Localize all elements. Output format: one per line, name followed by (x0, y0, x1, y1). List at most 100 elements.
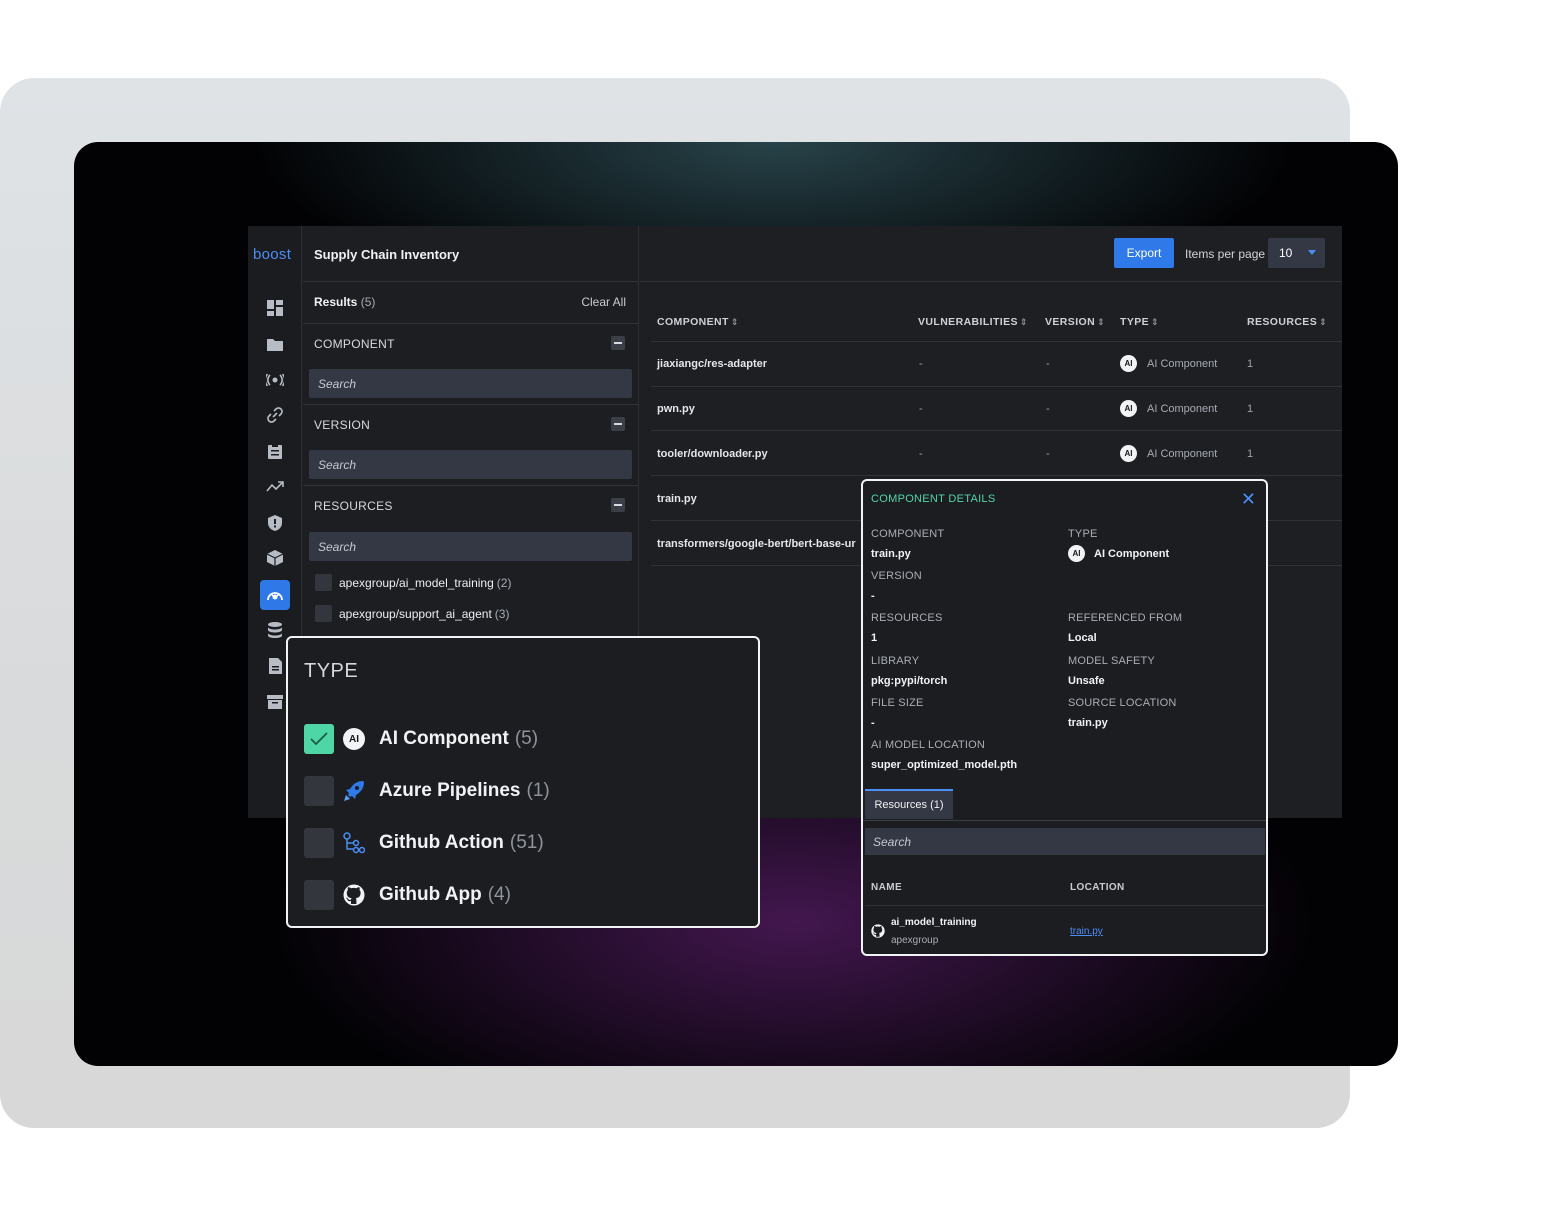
type-option-count: (5) (514, 728, 539, 749)
type-option-ai-component[interactable]: AI AI Component (5) (304, 724, 538, 754)
resource-location-link[interactable]: train.py (1070, 926, 1103, 937)
table-cell-vulnerabilities: - (919, 448, 923, 460)
resources-label: RESOURCES (871, 612, 943, 624)
resource-search-input[interactable] (865, 828, 1265, 855)
checkbox-checked[interactable] (304, 724, 334, 754)
column-header-version[interactable]: VERSION ⇕ (1045, 316, 1105, 328)
sort-icon: ⇕ (1151, 317, 1159, 327)
type-option-count: (51) (509, 832, 544, 853)
source-location-value: train.py (1068, 717, 1108, 729)
type-option-github-app[interactable]: Github App (4) (304, 880, 511, 910)
type-option-label: Github App (379, 884, 482, 905)
checkbox[interactable] (304, 776, 334, 806)
results-summary: Results (5) (314, 295, 375, 309)
resource-option[interactable]: apexgroup/support_ai_agent (3) (315, 605, 509, 622)
items-per-page-select[interactable]: 10 (1268, 238, 1325, 268)
tab-resources[interactable]: Resources (1) (865, 789, 953, 819)
type-option-label: AI Component (379, 728, 509, 749)
column-header-location: LOCATION (1070, 882, 1125, 893)
resource-option[interactable]: apexgroup/ai_model_training (2) (315, 574, 511, 591)
supply-chain-icon[interactable] (260, 580, 290, 610)
table-cell-type: AI AI Component (1120, 400, 1217, 417)
chevron-down-icon (1308, 250, 1316, 255)
divider (303, 404, 639, 405)
version-search-input[interactable] (309, 450, 632, 479)
component-filter-label: COMPONENT (314, 337, 395, 351)
component-label: COMPONENT (871, 528, 945, 540)
version-value: - (871, 590, 875, 602)
library-value: pkg:pypi/torch (871, 675, 948, 687)
table-cell-component[interactable]: transformers/google-bert/bert-base-ur (657, 538, 856, 550)
dashboard-icon[interactable] (264, 297, 286, 319)
checkbox[interactable] (304, 828, 334, 858)
details-title: COMPONENT DETAILS (871, 493, 996, 505)
link-icon[interactable] (264, 404, 286, 426)
resource-name[interactable]: ai_model_training (891, 917, 977, 928)
file-size-value: - (871, 717, 875, 729)
table-cell-version: - (1046, 358, 1050, 370)
sort-icon: ⇕ (1097, 317, 1106, 327)
archive-icon[interactable] (264, 691, 286, 713)
divider (865, 905, 1265, 906)
ai-component-icon: AI (1120, 400, 1137, 417)
collapse-version-button[interactable] (611, 417, 625, 431)
shield-icon[interactable] (264, 512, 286, 534)
table-cell-component[interactable]: pwn.py (657, 403, 695, 415)
type-label: TYPE (1068, 528, 1098, 540)
referenced-from-value: Local (1068, 632, 1097, 644)
results-label: Results (314, 295, 358, 309)
folder-icon[interactable] (264, 333, 286, 355)
azure-pipelines-icon (343, 780, 365, 802)
document-icon[interactable] (264, 655, 286, 677)
clear-all-button[interactable]: Clear All (581, 295, 626, 309)
column-header-resources[interactable]: RESOURCES ⇕ (1247, 316, 1327, 328)
column-header-vulnerabilities[interactable]: VULNERABILITIES ⇕ (918, 316, 1028, 328)
component-details-panel: COMPONENT DETAILS ✕ COMPONENT train.py T… (861, 479, 1268, 956)
github-icon (343, 884, 365, 906)
column-header-type[interactable]: TYPE ⇕ (1120, 316, 1159, 328)
divider (303, 485, 639, 486)
resources-search-input[interactable] (309, 532, 632, 561)
items-per-page-label: Items per page (1185, 247, 1266, 261)
sort-icon: ⇕ (1019, 317, 1028, 327)
table-cell-component[interactable]: train.py (657, 493, 697, 505)
export-button[interactable]: Export (1114, 238, 1174, 268)
github-icon (871, 924, 885, 943)
type-option-count: (4) (487, 884, 511, 905)
ai-component-icon: AI (1120, 355, 1137, 372)
library-label: LIBRARY (871, 655, 920, 667)
type-option-azure-pipelines[interactable]: Azure Pipelines (1) (304, 776, 550, 806)
ai-component-icon: AI (343, 728, 365, 750)
checkbox[interactable] (304, 880, 334, 910)
boost-logo[interactable]: boost (253, 246, 291, 263)
referenced-from-label: REFERENCED FROM (1068, 612, 1183, 624)
divider (651, 386, 1342, 387)
column-header-component[interactable]: COMPONENT ⇕ (657, 316, 739, 328)
type-option-github-action[interactable]: Github Action (51) (304, 828, 544, 858)
component-search-input[interactable] (309, 369, 632, 398)
source-location-label: SOURCE LOCATION (1068, 697, 1177, 709)
package-icon[interactable] (264, 547, 286, 569)
table-cell-component[interactable]: tooler/downloader.py (657, 448, 768, 460)
sort-icon: ⇕ (730, 317, 739, 327)
version-filter-label: VERSION (314, 418, 371, 432)
table-cell-vulnerabilities: - (919, 403, 923, 415)
checkbox[interactable] (315, 605, 332, 622)
table-cell-component[interactable]: jiaxiangc/res-adapter (657, 358, 767, 370)
table-cell-type: AI AI Component (1120, 355, 1217, 372)
database-icon[interactable] (264, 619, 286, 641)
collapse-resources-button[interactable] (611, 498, 625, 512)
results-count: (5) (360, 295, 376, 309)
resource-option-label: apexgroup/support_ai_agent (339, 606, 492, 621)
table-cell-type: AI AI Component (1120, 445, 1217, 462)
component-value: train.py (871, 548, 911, 560)
close-icon[interactable]: ✕ (1241, 490, 1256, 508)
divider (651, 475, 1342, 476)
table-cell-version: - (1046, 403, 1050, 415)
checkbox[interactable] (315, 574, 332, 591)
clipboard-icon[interactable] (264, 440, 286, 462)
table-cell-vulnerabilities: - (919, 358, 923, 370)
trend-icon[interactable] (264, 476, 286, 498)
collapse-component-button[interactable] (611, 336, 625, 350)
broadcast-icon[interactable] (264, 369, 286, 391)
